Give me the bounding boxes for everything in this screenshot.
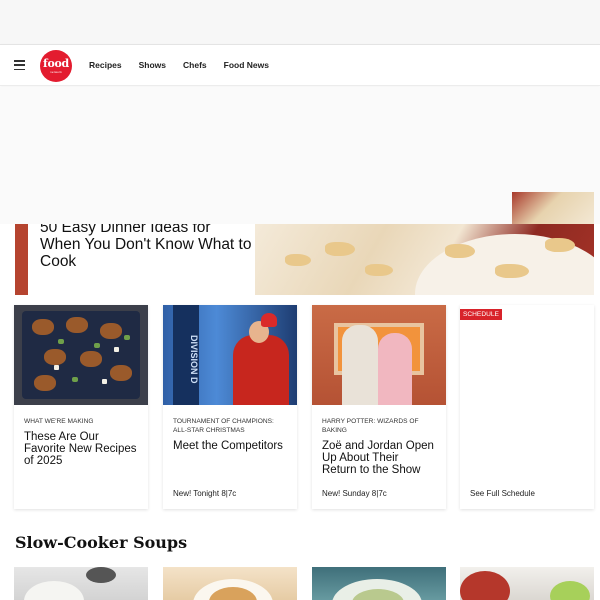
soup-cards-row — [14, 567, 594, 600]
card-airtime: New! Tonight 8|7c — [173, 489, 237, 498]
nav-link-shows[interactable]: Shows — [139, 60, 166, 70]
featured-cards: WHAT WE'RE MAKING These Are Our Favorite… — [14, 305, 594, 509]
nav-link-chefs[interactable]: Chefs — [183, 60, 207, 70]
pasta-shape — [285, 254, 311, 266]
soup-card-image[interactable] — [163, 567, 297, 600]
pasta-shape — [495, 264, 529, 278]
food-network-logo[interactable]: food network — [40, 50, 72, 82]
card-recipes-2025[interactable]: WHAT WE'RE MAKING These Are Our Favorite… — [14, 305, 148, 509]
pasta-shape — [365, 264, 393, 276]
hero-image[interactable] — [255, 224, 594, 295]
hero-image-corner — [512, 192, 594, 224]
nav-link-food-news[interactable]: Food News — [224, 60, 269, 70]
ad-placeholder-overlap — [15, 192, 512, 224]
section-title: Slow-Cooker Soups — [15, 533, 188, 552]
card-kicker: TOURNAMENT OF CHAMPIONS: ALL-STAR CHRIST… — [173, 418, 274, 434]
card-schedule[interactable]: SCHEDULE See Full Schedule — [460, 305, 594, 509]
hamburger-menu-icon[interactable] — [14, 60, 25, 71]
see-full-schedule-link[interactable]: See Full Schedule — [470, 489, 535, 498]
nav-link-recipes[interactable]: Recipes — [89, 60, 122, 70]
card-tournament-of-champions[interactable]: DIVISION D TOURNAMENT OF CHAMPIONS: ALL-… — [163, 305, 297, 509]
hero-image-edge — [15, 224, 28, 295]
logo-word: food — [43, 56, 69, 70]
card-image-sheet-pan — [14, 305, 148, 405]
card-image-host: DIVISION D — [163, 305, 297, 405]
hero-text-box: 50 Easy Dinner Ideas for When You Don't … — [28, 214, 253, 281]
pasta-shape — [445, 244, 475, 258]
soup-card-image[interactable] — [460, 567, 594, 600]
hero-title[interactable]: 50 Easy Dinner Ideas for When You Don't … — [40, 219, 253, 270]
card-kicker: WHAT WE'RE MAKING — [24, 418, 94, 425]
card-title[interactable]: Zoë and Jordan Open Up About Their Retur… — [322, 440, 436, 476]
schedule-badge: SCHEDULE — [460, 309, 502, 320]
nav-links: Recipes Shows Chefs Food News — [89, 45, 286, 85]
stage-sign-text: DIVISION D — [173, 305, 199, 405]
card-title[interactable]: Meet the Competitors — [173, 440, 287, 452]
main-navbar: food network Recipes Shows Chefs Food Ne… — [0, 44, 600, 86]
pasta-shape — [545, 238, 575, 252]
card-image-hosts — [312, 305, 446, 405]
card-harry-potter-baking[interactable]: HARRY POTTER: WIZARDS OF BAKING Zoë and … — [312, 305, 446, 509]
logo-subtext: network — [50, 69, 62, 74]
card-kicker: HARRY POTTER: WIZARDS OF BAKING — [322, 418, 419, 434]
card-airtime: New! Sunday 8|7c — [322, 489, 387, 498]
pasta-shape — [325, 242, 355, 256]
card-title[interactable]: These Are Our Favorite New Recipes of 20… — [24, 431, 138, 467]
top-banner-area — [0, 0, 600, 44]
soup-card-image[interactable] — [312, 567, 446, 600]
soup-card-image[interactable] — [14, 567, 148, 600]
